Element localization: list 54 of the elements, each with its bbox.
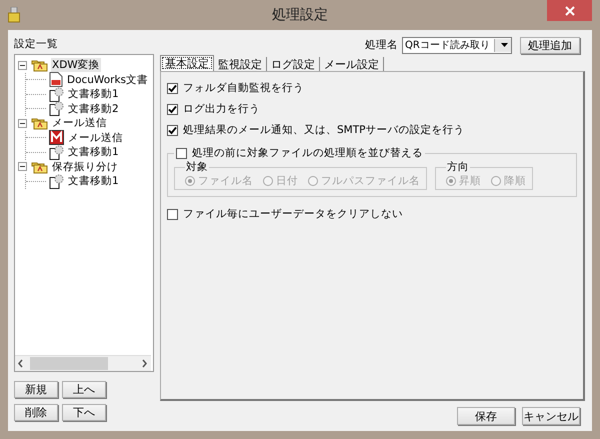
document-icon bbox=[49, 144, 64, 160]
radio-label: ファイル名 bbox=[198, 174, 253, 188]
mail-icon bbox=[49, 130, 64, 146]
checkbox[interactable] bbox=[167, 82, 178, 94]
checkbox[interactable] bbox=[176, 148, 187, 158]
add-process-button[interactable]: 処理追加 bbox=[520, 36, 580, 54]
list-button[interactable]: 新規 bbox=[14, 381, 58, 398]
tree-item[interactable]: メール送信 bbox=[51, 116, 108, 130]
process-name-dropdown[interactable]: QRコード読み取り bbox=[402, 36, 512, 54]
document-icon bbox=[49, 86, 64, 102]
app-icon bbox=[8, 7, 20, 23]
tree-item[interactable]: XDW変換 bbox=[51, 58, 101, 72]
group-label: 対象 bbox=[185, 160, 209, 174]
footer-button[interactable]: 保存 bbox=[457, 407, 515, 425]
list-button[interactable]: 削除 bbox=[14, 404, 58, 421]
scrollbar[interactable] bbox=[15, 355, 151, 371]
collapse-icon[interactable] bbox=[18, 162, 27, 172]
checkbox-label: 処理の前に対象ファイルの処理順を並び替える bbox=[192, 146, 423, 160]
checkbox[interactable] bbox=[167, 124, 178, 136]
list-button[interactable]: 下へ bbox=[62, 404, 106, 421]
collapse-icon[interactable] bbox=[18, 118, 27, 128]
tree-item[interactable]: 保存振り分け bbox=[51, 160, 119, 174]
dropdown-arrow-icon[interactable] bbox=[500, 43, 508, 47]
tree-item[interactable]: 文書移動1 bbox=[67, 174, 120, 188]
radio-label: 昇順 bbox=[459, 174, 481, 188]
tree-item[interactable]: DocuWorks文書 bbox=[66, 72, 149, 87]
process-name-label: 処理名 bbox=[365, 38, 398, 52]
radio-label: 降順 bbox=[504, 174, 526, 188]
folder-icon bbox=[31, 116, 48, 130]
checkbox-label: 処理結果のメール通知、又は、SMTPサーバの設定を行う bbox=[183, 123, 464, 137]
radio-label: 日付 bbox=[276, 174, 298, 188]
window-title: 処理設定 bbox=[272, 6, 328, 24]
tree-item[interactable]: 文書移動2 bbox=[67, 102, 120, 116]
document-icon bbox=[49, 174, 64, 189]
tab[interactable]: 基本設定 bbox=[160, 55, 214, 71]
checkbox[interactable] bbox=[167, 208, 178, 220]
close-icon[interactable] bbox=[547, 0, 592, 21]
collapse-icon[interactable] bbox=[18, 60, 27, 70]
tree-item[interactable]: メール送信 bbox=[67, 130, 124, 145]
document-icon bbox=[49, 101, 64, 116]
folder-icon bbox=[31, 58, 48, 72]
group-label: 方向 bbox=[446, 160, 470, 174]
checkbox-label: フォルダ自動監視を行う bbox=[183, 81, 304, 95]
checkbox-label: ファイル毎にユーザーデータをクリアしない bbox=[183, 207, 403, 221]
list-label: 設定一覧 bbox=[14, 37, 59, 52]
footer-button[interactable]: キャンセル bbox=[522, 407, 580, 425]
tree-item[interactable]: 文書移動1 bbox=[67, 87, 120, 102]
checkbox-label: ログ出力を行う bbox=[183, 102, 260, 116]
list-button[interactable]: 上へ bbox=[62, 381, 106, 398]
document-icon bbox=[49, 72, 63, 88]
radio-label: フルパスファイル名 bbox=[321, 174, 420, 188]
tree-item[interactable]: 文書移動1 bbox=[67, 145, 120, 160]
folder-icon bbox=[31, 160, 48, 174]
checkbox[interactable] bbox=[167, 104, 178, 114]
